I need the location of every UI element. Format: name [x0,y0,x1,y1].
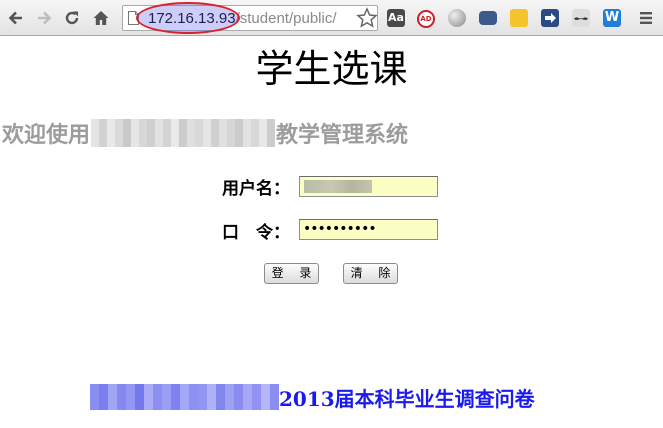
star-icon [356,7,378,28]
survey-link-text[interactable]: 2013届本科毕业生调查问卷 [279,383,535,412]
hamburger-menu-icon [640,12,652,24]
username-label: 用户名： [222,179,290,199]
login-button[interactable]: 登 录 [264,263,319,284]
password-label: 口 令： [222,223,290,243]
puzzle-icon[interactable] [510,9,528,27]
clear-button[interactable]: 清 除 [343,263,398,284]
menu-button[interactable] [634,6,658,30]
forward-arrow-icon [38,11,52,25]
forward-button[interactable] [32,6,56,30]
survey-link[interactable]: 2013届本科毕业生调查问卷 [90,382,535,412]
reload-icon [65,11,79,25]
password-dots: •••••••••• [303,221,377,237]
password-input[interactable]: •••••••••• [299,219,438,240]
pixelated-school-name-link [90,384,279,410]
dictionary-label: Aa [388,11,404,24]
globe-icon[interactable] [448,9,466,27]
page-title: 学生选课 [255,47,408,91]
home-icon [93,11,109,25]
back-button[interactable] [4,6,28,30]
url-path: /student/public/ [235,10,337,27]
pixelated-school-name [91,119,276,147]
w-label: W [604,10,620,25]
mustache-glyph [574,17,588,20]
welcome-suffix: 教学管理系统 [276,123,409,148]
arrow-right-glyph [545,13,556,23]
dictionary-icon[interactable]: Aa [387,9,405,27]
username-input[interactable] [299,176,438,197]
adblock-icon[interactable]: AD [417,10,435,28]
home-button[interactable] [89,6,113,30]
mustache-icon[interactable] [572,9,590,27]
red-ellipse-highlight [136,2,240,34]
reload-button[interactable] [60,6,84,30]
w-icon[interactable]: W [603,9,621,27]
arrow-right-icon[interactable] [541,9,559,27]
welcome-prefix: 欢迎使用 [2,123,91,148]
camera-icon[interactable] [479,11,497,25]
adblock-label: AD [420,15,432,23]
welcome-line: 欢迎使用 教学管理系统 [2,116,408,150]
back-arrow-icon [8,11,22,25]
blurred-username-value [304,180,372,193]
browser-toolbar: 172.16.13.93/student/public/ Aa AD W [0,0,663,36]
bookmark-star-button[interactable] [356,7,378,33]
